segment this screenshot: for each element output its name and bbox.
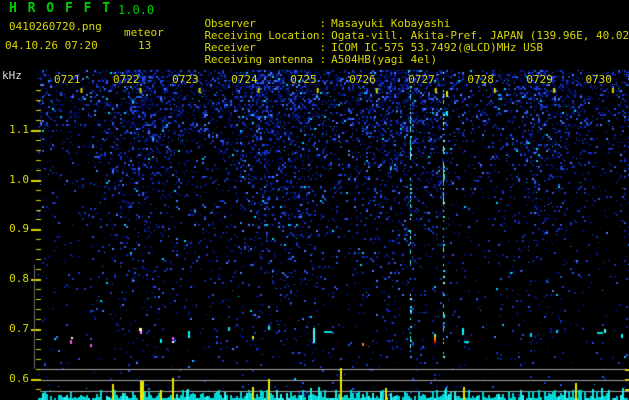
meteor-count: 13 [138,39,152,52]
freq-tick-label: 0.6 [9,372,29,385]
time-tick-label: 0728 [467,73,494,86]
info-value: A504HB(yagi 4el) [331,53,438,66]
freq-tick-label: 0.8 [9,272,29,285]
freq-tick-label: 0.9 [9,222,29,235]
info-label: Receiving antenna [204,53,314,66]
freq-tick-label: 1.1 [9,123,29,136]
app-version: 1.0.0 [118,3,155,17]
hrofft-image: H R O F F T 1.0.0 0410260720.png meteor … [0,0,629,400]
time-tick-label: 0730 [585,73,612,86]
time-tick-label: 0722 [113,73,140,86]
mode-label: meteor [124,26,164,39]
freq-tick-label: 0.7 [9,322,29,335]
time-tick-label: 0726 [349,73,376,86]
freq-tick-label: 1.0 [9,173,29,186]
info-separator: : [319,53,327,66]
datetime-label: 04.10.26 07:20 [5,39,98,52]
output-filename: 0410260720.png [9,20,102,33]
freq-unit-label: kHz [2,69,22,82]
time-tick-label: 0723 [172,73,199,86]
time-tick-label: 0725 [290,73,317,86]
time-tick-label: 0729 [526,73,553,86]
time-tick-label: 0727 [408,73,435,86]
time-tick-label: 0724 [231,73,258,86]
app-title: H R O F F T [9,1,112,16]
time-tick-label: 0721 [54,73,81,86]
